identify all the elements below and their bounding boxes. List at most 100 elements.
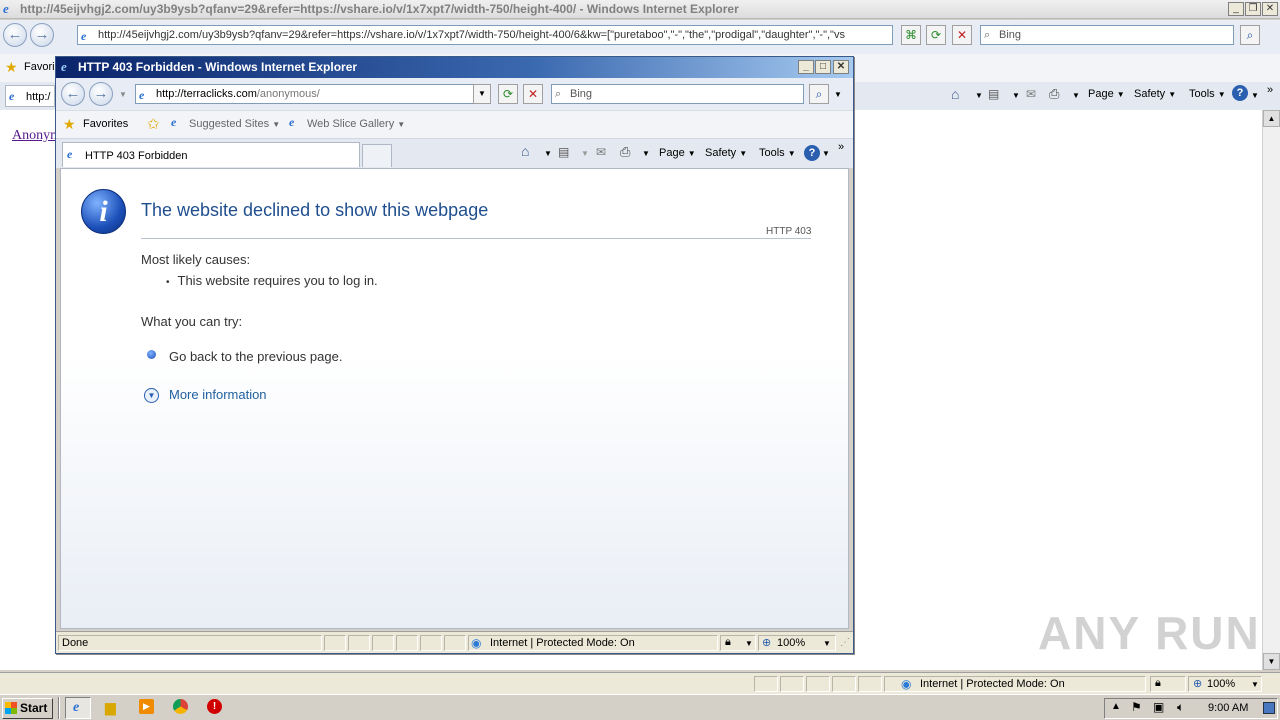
help-icon[interactable]: ?	[804, 145, 820, 161]
bg-search-input[interactable]: ⌕ Bing	[980, 25, 1234, 45]
opera-icon[interactable]: !	[207, 699, 222, 714]
clock[interactable]: 9:00 AM	[1208, 702, 1248, 714]
page-label: Page	[659, 147, 685, 159]
search-go-button[interactable]: ⌕	[809, 84, 829, 104]
chevron-down-icon[interactable]: ▼	[581, 149, 589, 158]
status-cell	[806, 676, 830, 692]
popup-tools-menu[interactable]: Tools ▼	[759, 147, 796, 159]
expand-chevron-icon[interactable]: ▼	[144, 388, 159, 403]
close-button[interactable]: ✕	[1262, 2, 1278, 16]
chevron-down-icon[interactable]: ▼	[1012, 91, 1020, 100]
chevron-down-icon[interactable]: ▼	[975, 91, 983, 100]
suggested-sites-button[interactable]: Suggested Sites ▼	[189, 118, 280, 130]
feeds-icon[interactable]: ▤	[558, 145, 569, 159]
popup-active-tab[interactable]: e HTTP 403 Forbidden	[62, 142, 360, 167]
chevron-down-icon[interactable]: ▼	[1072, 91, 1080, 100]
bg-page-menu[interactable]: Page ▼	[1088, 88, 1125, 100]
bg-zoom-cell[interactable]: ⊕ 100% ▼	[1188, 676, 1262, 692]
popup-minimize-button[interactable]: _	[798, 60, 814, 74]
back-button[interactable]: ←	[3, 23, 27, 47]
stop-icon[interactable]: ✕	[952, 25, 972, 45]
compat-view-icon[interactable]: ⌘	[901, 25, 921, 45]
popup-window: e HTTP 403 Forbidden - Windows Internet …	[55, 56, 854, 654]
bg-vertical-scrollbar[interactable]: ▲ ▼	[1262, 110, 1280, 670]
restore-button[interactable]: ❐	[1245, 2, 1261, 16]
bg-safety-menu[interactable]: Safety ▼	[1134, 88, 1176, 100]
more-chevron-icon[interactable]: »	[1267, 84, 1273, 96]
add-favorite-icon[interactable]: ✩	[147, 115, 160, 133]
favorites-star-icon: ★	[5, 59, 18, 75]
safety-label: Safety	[705, 147, 737, 159]
zoom-cell[interactable]: ⊕ 100% ▼	[758, 635, 836, 651]
media-player-icon[interactable]: ▶	[139, 699, 154, 714]
security-cell[interactable]: 🔒︎ ▼	[720, 635, 756, 651]
address-dropdown-button[interactable]: ▼	[473, 84, 491, 104]
bullet-icon: •	[166, 277, 170, 288]
forward-button[interactable]: →	[30, 23, 54, 47]
stop-icon[interactable]: ✕	[523, 84, 543, 104]
minimize-button[interactable]: _	[1228, 2, 1244, 16]
bg-address-bar[interactable]: e http://45eijvhgj2.com/uy3b9ysb?qfanv=2…	[77, 25, 893, 45]
popup-address-bar[interactable]: e http://terraclicks.com/anonymous/	[135, 84, 491, 104]
network-icon[interactable]: ▣	[1153, 700, 1164, 714]
chevron-down-icon[interactable]: ▼	[1251, 91, 1259, 100]
taskbar: Start e ▆ ▶ ! ▲ ⚑ ▣ 🔈︎ 9:00 AM	[0, 694, 1280, 720]
ie-taskbar-button[interactable]: e	[65, 697, 91, 719]
taskbar-separator	[58, 697, 60, 719]
help-icon[interactable]: ?	[1232, 85, 1248, 101]
recent-pages-icon[interactable]: ▼	[119, 90, 127, 99]
chevron-down-icon[interactable]: ▼	[822, 149, 830, 158]
bg-tab[interactable]: e http:/	[5, 85, 55, 107]
resize-grip-icon[interactable]: ⋰	[840, 637, 850, 648]
web-slice-gallery-button[interactable]: Web Slice Gallery ▼	[307, 118, 405, 130]
status-cell	[858, 676, 882, 692]
popup-safety-menu[interactable]: Safety ▼	[705, 147, 747, 159]
go-back-link[interactable]: Go back to the previous page.	[169, 349, 342, 364]
popup-close-button[interactable]: ✕	[833, 60, 849, 74]
cause-text: This website requires you to log in.	[177, 273, 378, 288]
chevron-down-icon[interactable]: ▼	[642, 149, 650, 158]
search-icon: ⌕	[555, 88, 562, 100]
scroll-up-button[interactable]: ▲	[1263, 110, 1280, 127]
print-icon[interactable]: ⎙	[1049, 86, 1059, 102]
popup-tabbar: e HTTP 403 Forbidden ⌂ ▼ ▤ ▼ ✉ ⎙ ▼ Page …	[56, 138, 853, 168]
search-go-button[interactable]: ⌕	[1240, 25, 1260, 45]
chrome-icon[interactable]	[173, 699, 188, 714]
refresh-icon[interactable]: ⟳	[926, 25, 946, 45]
start-label: Start	[20, 701, 48, 715]
volume-icon[interactable]: 🔈︎	[1177, 700, 1184, 715]
chevron-down-icon[interactable]: ▼	[544, 149, 552, 158]
mail-icon[interactable]: ✉	[596, 145, 606, 159]
page-icon: e	[139, 88, 145, 102]
more-information-link[interactable]: More information	[169, 387, 267, 402]
home-icon[interactable]: ⌂	[521, 143, 529, 159]
show-desktop-icon[interactable]	[1263, 702, 1275, 714]
home-icon[interactable]: ⌂	[951, 86, 959, 102]
causes-label: Most likely causes:	[141, 252, 251, 267]
popup-back-button[interactable]: ←	[61, 82, 85, 106]
bg-tools-menu[interactable]: Tools ▼	[1189, 88, 1226, 100]
start-button[interactable]: Start	[2, 698, 53, 719]
new-tab-button[interactable]	[362, 144, 392, 167]
scroll-down-button[interactable]: ▼	[1263, 653, 1280, 670]
print-icon[interactable]: ⎙	[620, 144, 630, 160]
bg-security-cell[interactable]: 🔒︎	[1150, 676, 1186, 692]
popup-search-input[interactable]: ⌕ Bing	[551, 84, 804, 104]
show-hidden-icons[interactable]: ▲	[1111, 701, 1121, 712]
popup-forward-button[interactable]: →	[89, 82, 113, 106]
favorites-button[interactable]: Favorites	[83, 118, 128, 130]
more-chevron-icon[interactable]: »	[838, 141, 844, 153]
bg-anonymous-link[interactable]: Anonym	[12, 128, 61, 144]
search-options-icon[interactable]: ▼	[834, 90, 842, 99]
folder-icon[interactable]: ▆	[105, 699, 116, 716]
popup-maximize-button[interactable]: □	[815, 60, 831, 74]
mail-icon[interactable]: ✉	[1026, 87, 1036, 101]
refresh-icon[interactable]: ⟳	[498, 84, 518, 104]
flag-icon[interactable]: ⚑	[1131, 700, 1142, 714]
popup-page-menu[interactable]: Page ▼	[659, 147, 696, 159]
feeds-icon[interactable]: ▤	[988, 87, 999, 101]
web-slice-gallery-label: Web Slice Gallery	[307, 118, 395, 130]
favorites-star-icon: ★	[63, 116, 76, 132]
bg-favorites-label[interactable]: Favori	[24, 61, 55, 73]
status-cell	[444, 635, 466, 651]
